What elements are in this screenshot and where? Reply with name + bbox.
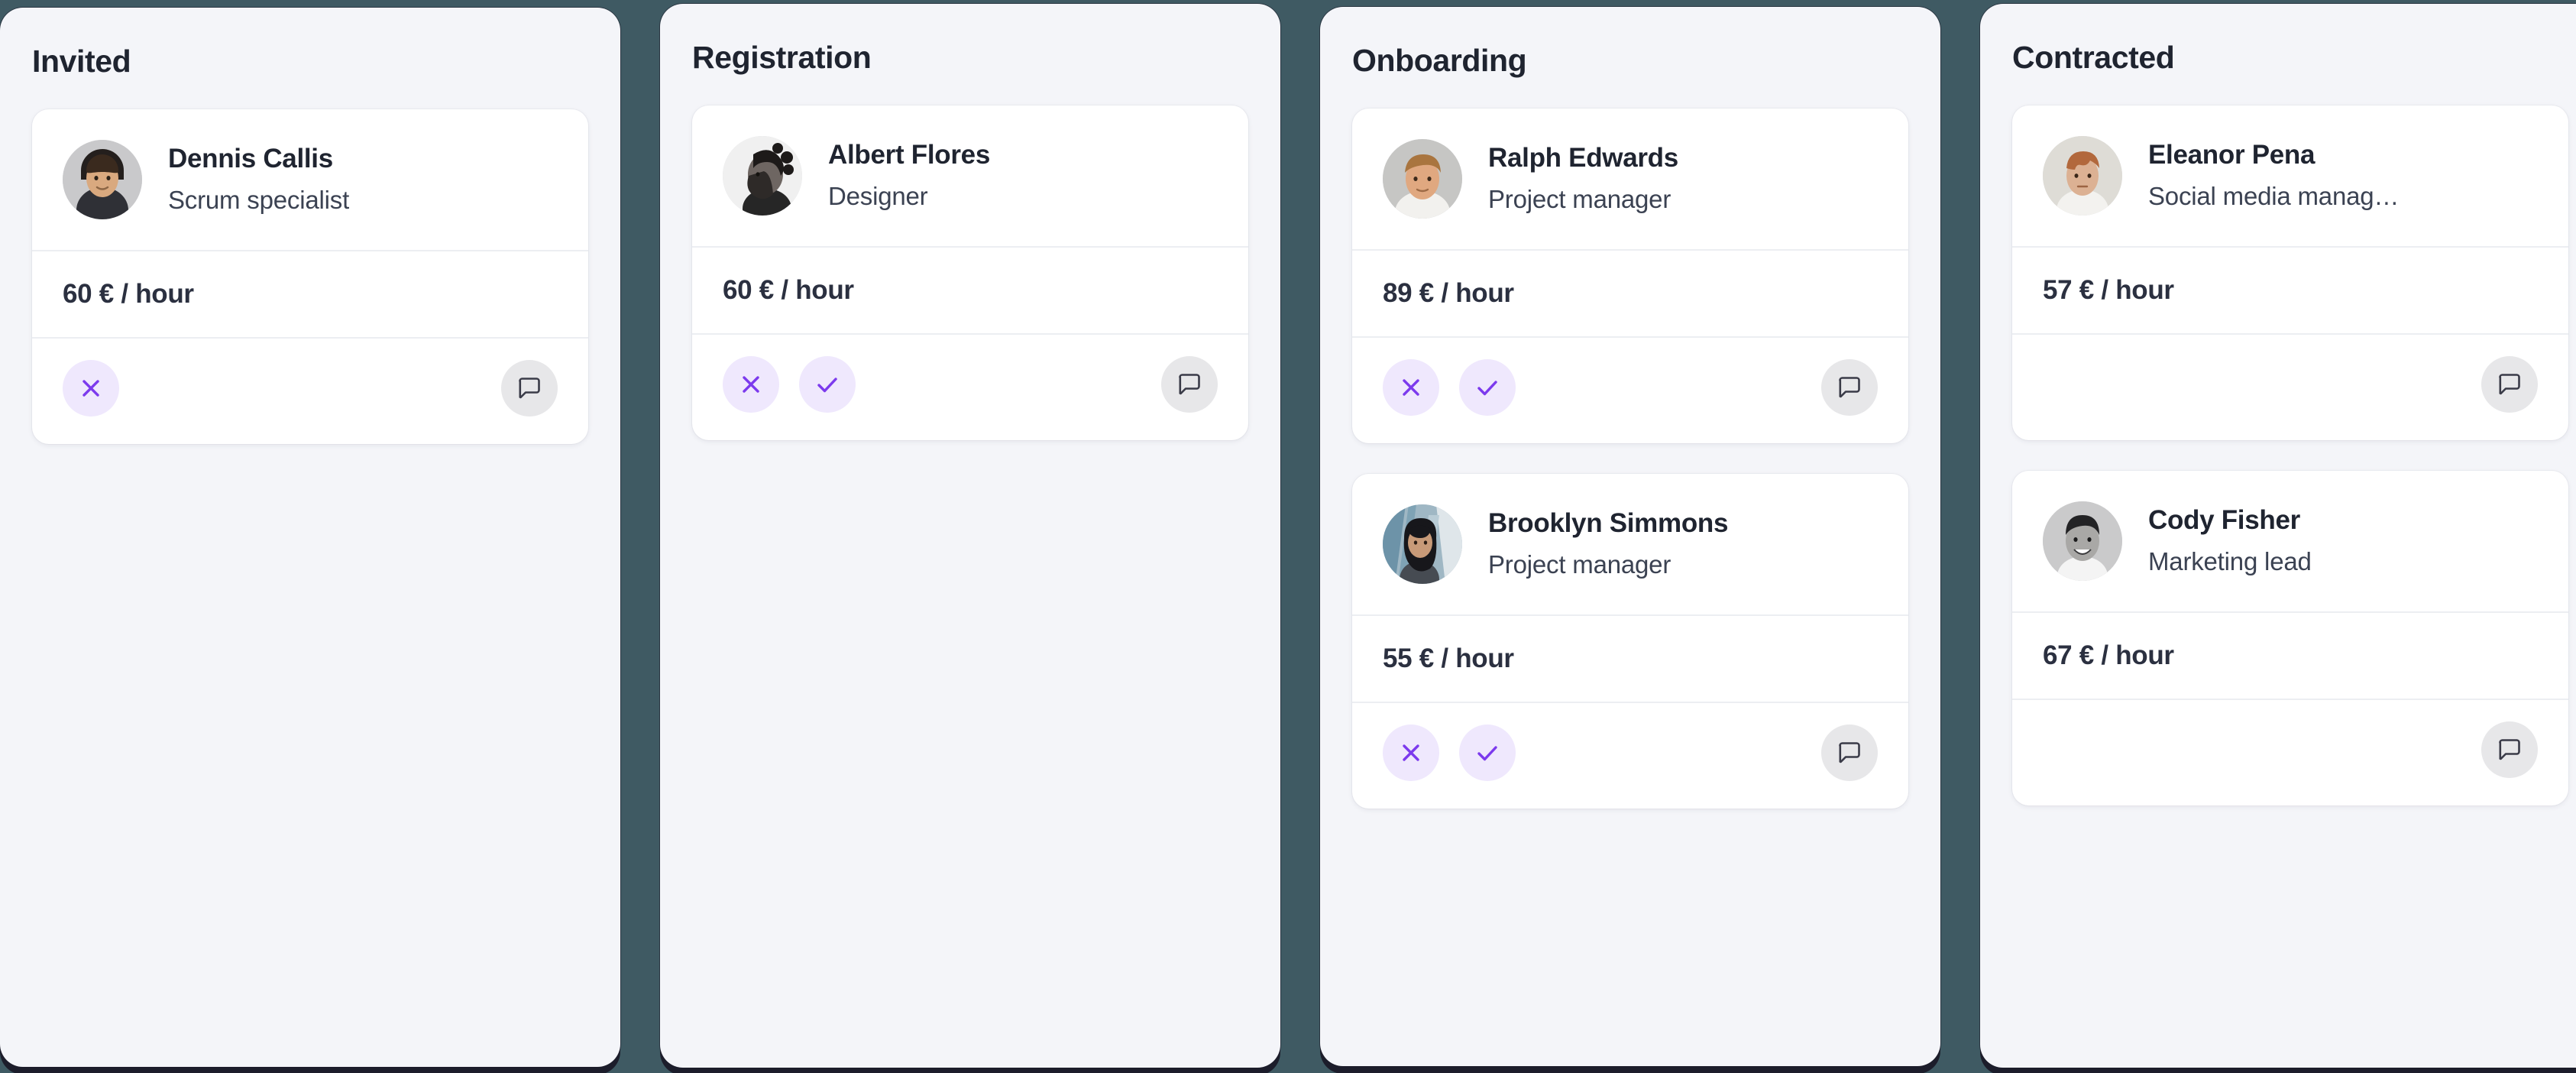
card-person-row: Brooklyn Simmons Project manager bbox=[1352, 474, 1908, 617]
person-name: Ralph Edwards bbox=[1488, 142, 1678, 173]
person-name: Dennis Callis bbox=[168, 143, 333, 173]
column-title: Invited bbox=[32, 44, 131, 79]
card-actions-right bbox=[501, 360, 558, 417]
comment-button[interactable] bbox=[2481, 356, 2538, 413]
person-role: Project manager bbox=[1488, 184, 1671, 213]
card-actions-row bbox=[1352, 703, 1908, 809]
person-role: Project manager bbox=[1488, 549, 1671, 579]
card-actions-right bbox=[2481, 356, 2538, 413]
hourly-rate: 55 € / hour bbox=[1352, 616, 1908, 704]
comment-icon bbox=[1176, 371, 1203, 398]
accept-button[interactable] bbox=[1459, 725, 1516, 782]
person-text: Dennis Callis Scrum specialist bbox=[168, 143, 349, 217]
reject-button[interactable] bbox=[723, 356, 779, 413]
card-person-row: Ralph Edwards Project manager bbox=[1352, 109, 1908, 251]
person-name: Albert Flores bbox=[828, 139, 990, 170]
card-actions-row bbox=[1352, 338, 1908, 443]
card-actions-right bbox=[1161, 356, 1218, 413]
candidate-card[interactable]: Eleanor Pena Social media manag… 57 € / ho… bbox=[2012, 105, 2568, 441]
card-person-row: Dennis Callis Scrum specialist bbox=[32, 109, 588, 252]
column-title: Registration bbox=[692, 40, 872, 75]
card-person-row: Albert Flores Designer bbox=[692, 105, 1248, 248]
candidate-card[interactable]: Brooklyn Simmons Project manager 55 € / ho… bbox=[1352, 474, 1908, 809]
reject-icon bbox=[1399, 741, 1423, 765]
comment-icon bbox=[516, 374, 543, 402]
person-role: Social media manag… bbox=[2148, 181, 2400, 210]
board-column-invited: Invited Dennis Callis Scrum specialist 60 … bbox=[0, 8, 620, 1067]
column-card-list: Albert Flores Designer 60 € / hour bbox=[660, 75, 1280, 441]
person-name: Brooklyn Simmons bbox=[1488, 507, 1729, 538]
person-text: Cody Fisher Marketing lead bbox=[2148, 504, 2312, 579]
reject-icon bbox=[79, 376, 103, 400]
reject-button[interactable] bbox=[1383, 725, 1439, 782]
avatar bbox=[1383, 139, 1462, 219]
hourly-rate: 60 € / hour bbox=[32, 251, 588, 339]
person-text: Ralph Edwards Project manager bbox=[1488, 142, 1678, 216]
column-card-list: Eleanor Pena Social media manag… 57 € / ho… bbox=[1980, 75, 2576, 806]
kanban-board: Invited Dennis Callis Scrum specialist 60 … bbox=[0, 0, 2576, 1073]
card-actions-right bbox=[1821, 359, 1878, 417]
person-name: Cody Fisher bbox=[2148, 504, 2300, 535]
comment-icon bbox=[2496, 736, 2523, 763]
accept-icon bbox=[1474, 740, 1500, 766]
reject-icon bbox=[1399, 375, 1423, 400]
comment-button[interactable] bbox=[1821, 725, 1878, 782]
person-role: Scrum specialist bbox=[168, 185, 350, 214]
comment-icon bbox=[1836, 374, 1863, 401]
board-column-onboarding: Onboarding Ralph Edwards Project manager 8… bbox=[1320, 7, 1940, 1066]
column-card-list: Ralph Edwards Project manager 89 € / hour … bbox=[1320, 78, 1940, 809]
comment-icon bbox=[1836, 739, 1863, 767]
avatar bbox=[723, 136, 802, 216]
card-person-row: Eleanor Pena Social media manag… bbox=[2012, 105, 2568, 248]
comment-button[interactable] bbox=[501, 360, 558, 417]
avatar bbox=[1383, 504, 1462, 585]
avatar bbox=[63, 140, 142, 220]
reject-button[interactable] bbox=[1383, 359, 1439, 417]
comment-button[interactable] bbox=[2481, 721, 2538, 779]
accept-button[interactable] bbox=[799, 356, 856, 413]
accept-icon bbox=[1474, 374, 1500, 400]
person-text: Brooklyn Simmons Project manager bbox=[1488, 507, 1728, 582]
hourly-rate: 57 € / hour bbox=[2012, 248, 2568, 336]
card-actions-right bbox=[2481, 721, 2538, 779]
hourly-rate: 67 € / hour bbox=[2012, 613, 2568, 701]
card-actions-left bbox=[1383, 725, 1516, 782]
avatar bbox=[2043, 136, 2122, 216]
candidate-card[interactable]: Dennis Callis Scrum specialist 60 € / hour bbox=[32, 109, 588, 445]
person-name: Eleanor Pena bbox=[2148, 139, 2315, 170]
accept-icon bbox=[814, 371, 840, 397]
card-actions-row bbox=[2012, 700, 2568, 806]
comment-button[interactable] bbox=[1821, 359, 1878, 417]
card-actions-row bbox=[32, 339, 588, 444]
card-actions-left bbox=[723, 356, 856, 413]
column-title: Contracted bbox=[2012, 40, 2175, 75]
person-role: Designer bbox=[828, 181, 928, 210]
person-role: Marketing lead bbox=[2148, 546, 2312, 575]
person-text: Albert Flores Designer bbox=[828, 139, 990, 213]
card-actions-left bbox=[63, 360, 119, 417]
reject-button[interactable] bbox=[63, 360, 119, 417]
card-actions-right bbox=[1821, 725, 1878, 782]
hourly-rate: 60 € / hour bbox=[692, 248, 1248, 336]
card-person-row: Cody Fisher Marketing lead bbox=[2012, 471, 2568, 614]
board-column-registration: Registration Albert Flores Designer 60 € /… bbox=[660, 4, 1280, 1068]
column-card-list: Dennis Callis Scrum specialist 60 € / hour bbox=[0, 79, 620, 445]
hourly-rate: 89 € / hour bbox=[1352, 251, 1908, 339]
board-column-contracted: Contracted Eleanor Pena Social media mana… bbox=[1980, 4, 2576, 1068]
card-actions-row bbox=[2012, 335, 2568, 440]
candidate-card[interactable]: Ralph Edwards Project manager 89 € / hour bbox=[1352, 109, 1908, 444]
avatar bbox=[2043, 501, 2122, 582]
comment-icon bbox=[2496, 371, 2523, 398]
candidate-card[interactable]: Cody Fisher Marketing lead 67 € / hour bbox=[2012, 471, 2568, 806]
reject-icon bbox=[739, 372, 763, 397]
card-actions-row bbox=[692, 335, 1248, 440]
accept-button[interactable] bbox=[1459, 359, 1516, 417]
comment-button[interactable] bbox=[1161, 356, 1218, 413]
candidate-card[interactable]: Albert Flores Designer 60 € / hour bbox=[692, 105, 1248, 441]
person-text: Eleanor Pena Social media manag… bbox=[2148, 139, 2399, 213]
column-title: Onboarding bbox=[1352, 43, 1527, 78]
card-actions-left bbox=[1383, 359, 1516, 417]
